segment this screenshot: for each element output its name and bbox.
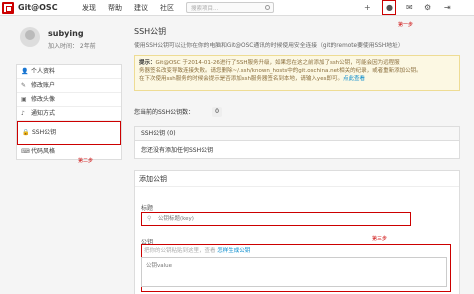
add-key-form: 添加公钥 标题 ⚲ 公钥 把你的公钥粘贴到这里，查看 怎样生成公钥	[134, 170, 460, 294]
tip-text-2: 务器签名改变导致连接失败。请您删除~/.ssh/known_hosts中的git…	[139, 68, 422, 74]
add-key-title: 添加公钥	[135, 171, 459, 187]
tip-link[interactable]: 点此查看	[343, 76, 365, 82]
sidebar-item-account[interactable]: ✎ 修改账户	[17, 79, 121, 93]
nav-help[interactable]: 帮助	[108, 3, 122, 13]
sidebar-item-profile[interactable]: 👤 个人资料	[17, 65, 121, 79]
tip-text-1: Git@OSC 于2014-01-26进行了SSH服务升级，如果您在这之前添加了…	[155, 60, 400, 66]
nav-discover[interactable]: 发现	[82, 3, 96, 13]
how-to-generate-link[interactable]: 怎样生成公钥	[217, 248, 250, 254]
ssh-key-list-panel: SSH公钥 (0) 您还没有添加任何SSH公钥	[134, 126, 460, 159]
logo-icon[interactable]	[2, 2, 14, 14]
public-key-input[interactable]	[141, 257, 447, 287]
step3-annotation: 第三步	[372, 236, 388, 242]
joined-time: 加入时间： 2年前	[48, 43, 96, 50]
sidebar-item-code-style[interactable]: ⌨代码风格	[17, 145, 121, 159]
search-icon[interactable]	[265, 5, 270, 10]
lock-icon: 🔒	[22, 129, 30, 136]
empty-message: 您还没有添加任何SSH公钥	[141, 147, 214, 154]
sidebar-item-avatar[interactable]: ▣ 修改头像	[17, 93, 121, 107]
plus-icon[interactable]: +	[364, 3, 371, 12]
avatar[interactable]	[20, 27, 40, 47]
key-icon: ⚲	[147, 215, 152, 222]
page-description: 使用SSH公钥可以让你在你的电脑和Git@OSC通讯的时候使用安全连接（git的…	[134, 43, 404, 49]
page-title: SSH公钥	[134, 27, 167, 36]
gear-icon[interactable]: ⚙	[424, 3, 431, 12]
nav-community[interactable]: 社区	[160, 3, 174, 13]
search-input[interactable]: 搜索项目...	[186, 2, 274, 13]
logout-icon[interactable]: ⇥	[444, 3, 451, 12]
key-title-field[interactable]: ⚲	[141, 212, 411, 226]
bell-icon: ♪	[21, 110, 25, 117]
mail-icon[interactable]: ✉	[406, 3, 413, 12]
key-count-label: 您当前的SSH公钥数：	[134, 109, 195, 116]
edit-icon: ✎	[21, 82, 27, 89]
settings-menu: 👤 个人资料 ✎ 修改账户 ▣ 修改头像 ♪ 通知方式 🔒 SSH公钥 ⌨代码风格	[16, 64, 122, 160]
tip-alert: 提示：Git@OSC 于2014-01-26进行了SSH服务升级，如果您在这之前…	[134, 55, 460, 91]
user-icon: ●	[386, 3, 393, 12]
step2-annotation: 第二步	[78, 158, 94, 164]
top-navbar: Git@OSC 发现 帮助 建议 社区 搜索项目... + ● ✉ ⚙ ⇥	[0, 0, 474, 16]
sidebar-item-ssh-keys[interactable]: 🔒 SSH公钥	[17, 121, 121, 145]
key-title-input[interactable]	[158, 214, 398, 224]
pk-hint: 把你的公钥粘贴到这里，查看 怎样生成公钥	[144, 248, 251, 254]
brand-name[interactable]: Git@OSC	[18, 3, 58, 12]
panel-title: SSH公钥 (0)	[135, 127, 459, 141]
nav-suggest[interactable]: 建议	[134, 3, 148, 13]
code-icon: ⌨	[21, 148, 30, 155]
image-icon: ▣	[21, 96, 27, 103]
step1-annotation: 第一步	[398, 22, 414, 28]
search-placeholder: 搜索项目...	[191, 6, 219, 12]
title-field-label: 标题	[141, 205, 154, 212]
sidebar-item-notifications[interactable]: ♪ 通知方式	[17, 107, 121, 121]
user-menu-button[interactable]: ●	[382, 0, 396, 15]
user-icon: 👤	[21, 68, 29, 75]
key-count-badge: 0	[212, 107, 222, 117]
tip-text-3: 在下次使用ssh服务的时候会提示是否添加ssh服务器签名到本地，请输入yes即可…	[139, 76, 343, 82]
tip-label: 提示：	[139, 60, 156, 66]
username[interactable]: subying	[48, 29, 84, 38]
